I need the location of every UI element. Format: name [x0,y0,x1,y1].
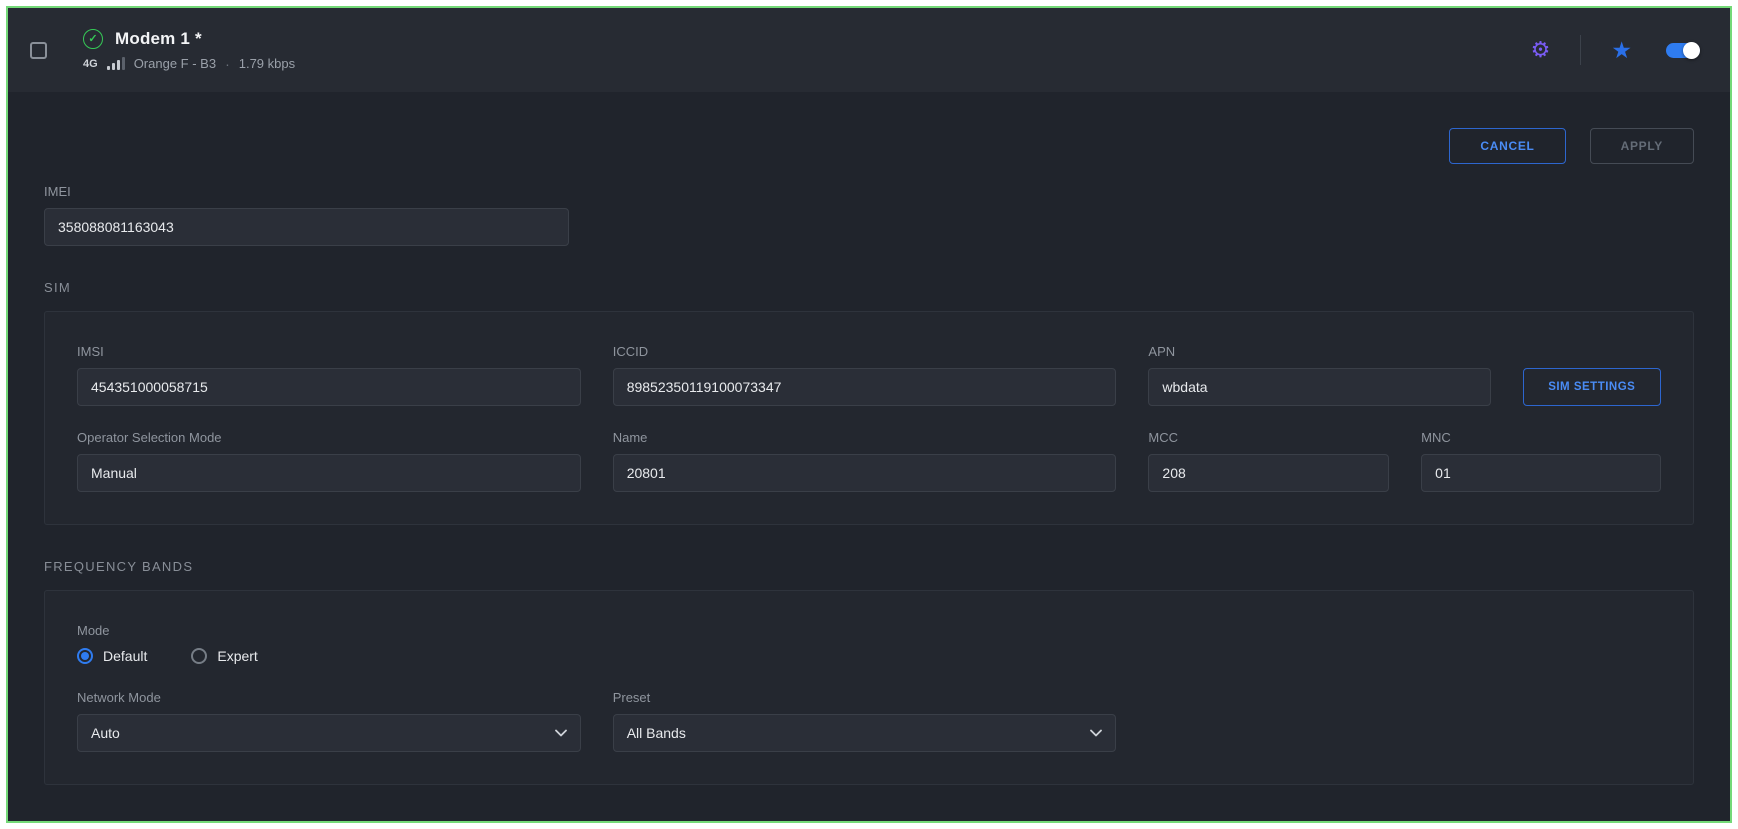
modem-card: ✓ Modem 1 * 4G Orange F - B3 · 1.79 kbps… [6,6,1732,823]
sim-settings-button[interactable]: SIM SETTINGS [1523,368,1661,406]
mcc-input[interactable] [1148,454,1389,492]
apn-label: APN [1148,344,1490,359]
toggle-knob [1683,42,1700,59]
mcc-field: MCC [1148,430,1389,492]
form-actions-row: CANCEL APPLY [44,128,1694,164]
speed-label: 1.79 kbps [239,56,295,71]
preset-label: Preset [613,690,1117,705]
header-divider [1580,35,1581,65]
imsi-label: IMSI [77,344,581,359]
operator-selection-mode-label: Operator Selection Mode [77,430,581,445]
status-ok-icon: ✓ [83,29,103,49]
imei-field: IMEI [44,184,569,246]
mode-label: Mode [77,623,1661,638]
network-mode-label: Network Mode [77,690,581,705]
sim-settings-wrap: SIM SETTINGS [1523,344,1661,406]
favorite-star-icon[interactable]: ★ [1611,39,1632,62]
sim-row-2: Operator Selection Mode Name MCC MNC [77,430,1661,492]
sim-section-label: SIM [44,280,1694,295]
mode-radio-default[interactable]: Default [77,648,147,664]
mode-default-label: Default [103,648,147,664]
mnc-label: MNC [1421,430,1661,445]
mode-expert-label: Expert [217,648,257,664]
signal-bars-icon [107,57,125,70]
imei-input[interactable] [44,208,569,246]
modem-header: ✓ Modem 1 * 4G Orange F - B3 · 1.79 kbps… [8,8,1730,92]
preset-field: Preset All Bands [613,690,1117,752]
frequency-selects-row: Network Mode Auto Preset All Bands [77,690,1661,752]
radio-selected-icon [77,648,93,664]
mcc-label: MCC [1148,430,1389,445]
modem-title: Modem 1 * [115,29,202,49]
modem-settings-body: CANCEL APPLY IMEI SIM IMSI ICCID APN [8,92,1730,823]
iccid-label: ICCID [613,344,1117,359]
operator-label: Orange F - B3 [134,56,216,71]
apply-button[interactable]: APPLY [1590,128,1694,164]
apn-field: APN [1148,344,1490,406]
iccid-field: ICCID [613,344,1117,406]
cancel-button[interactable]: CANCEL [1449,128,1565,164]
network-mode-field: Network Mode Auto [77,690,581,752]
preset-value: All Bands [627,725,686,741]
modem-select-checkbox[interactable] [30,42,47,59]
mnc-input[interactable] [1421,454,1661,492]
sim-panel: IMSI ICCID APN SIM SETTINGS Operator Sel [44,311,1694,525]
modem-header-info: ✓ Modem 1 * 4G Orange F - B3 · 1.79 kbps [83,29,295,72]
modem-title-row: ✓ Modem 1 * [83,29,295,49]
network-mode-value: Auto [91,725,120,741]
operator-selection-mode-field: Operator Selection Mode [77,430,581,492]
network-mode-select[interactable]: Auto [77,714,581,752]
operator-name-input[interactable] [613,454,1117,492]
modem-subtitle-row: 4G Orange F - B3 · 1.79 kbps [83,56,295,72]
mnc-field: MNC [1421,430,1661,492]
mode-radio-expert[interactable]: Expert [191,648,257,664]
mode-radio-group: Default Expert [77,648,1661,664]
chevron-down-icon [1090,729,1102,737]
sim-row-1: IMSI ICCID APN SIM SETTINGS [77,344,1661,406]
separator-dot: · [225,56,230,72]
header-actions: ⚙ ★ [1531,35,1700,65]
radio-unselected-icon [191,648,207,664]
apn-input[interactable] [1148,368,1490,406]
operator-name-field: Name [613,430,1117,492]
network-type-label: 4G [83,58,98,70]
imsi-input[interactable] [77,368,581,406]
settings-gear-icon[interactable]: ⚙ [1531,39,1551,61]
frequency-bands-panel: Mode Default Expert Network Mode Auto [44,590,1694,785]
imsi-field: IMSI [77,344,581,406]
operator-name-label: Name [613,430,1117,445]
preset-select[interactable]: All Bands [613,714,1117,752]
modem-enabled-toggle[interactable] [1666,43,1700,58]
imei-label: IMEI [44,184,569,199]
frequency-bands-section-label: FREQUENCY BANDS [44,559,1694,574]
iccid-input[interactable] [613,368,1117,406]
operator-selection-mode-input[interactable] [77,454,581,492]
chevron-down-icon [555,729,567,737]
